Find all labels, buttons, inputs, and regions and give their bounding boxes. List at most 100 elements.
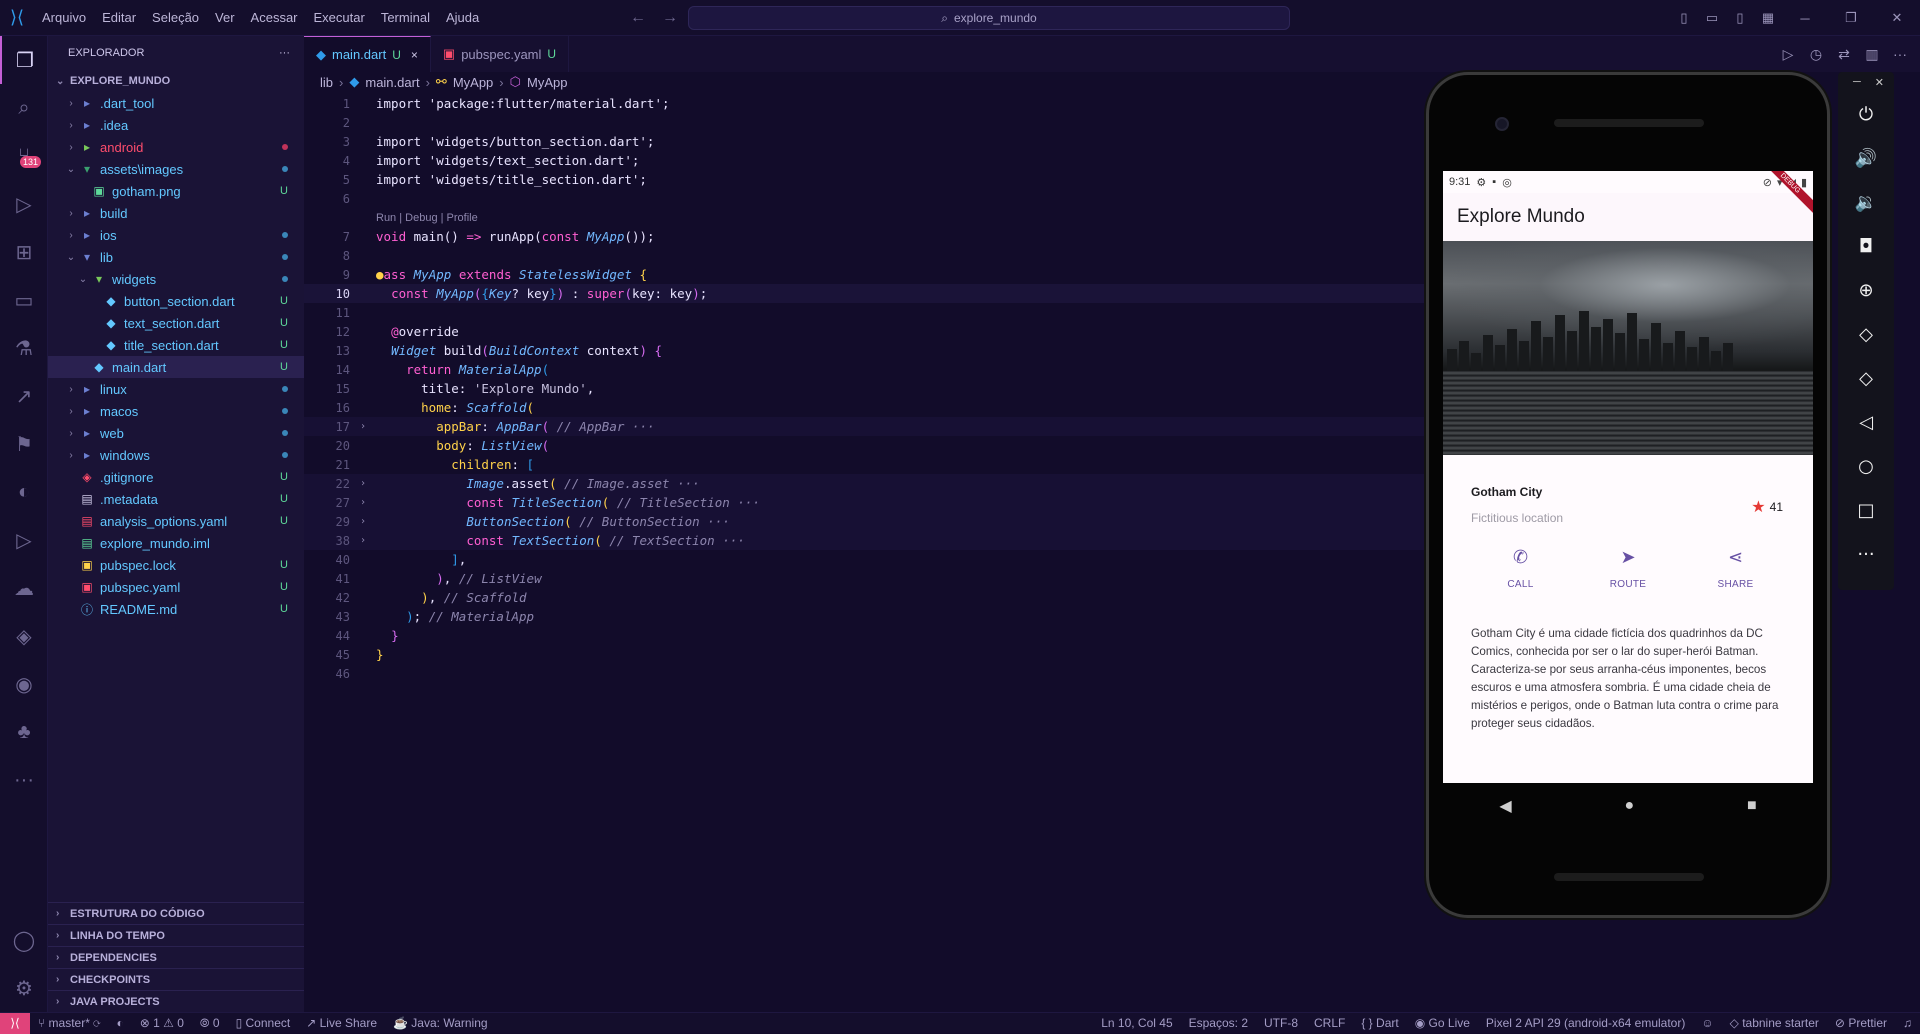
tab-main-dart[interactable]: ◆ main.dart U ×: [304, 36, 431, 72]
toggle-panel-icon[interactable]: ▭: [1698, 10, 1726, 26]
chevron-right-icon[interactable]: ›: [64, 450, 78, 461]
restore-window-icon[interactable]: ❐: [1828, 10, 1874, 26]
chevron-down-icon[interactable]: ⌄: [64, 252, 78, 263]
indentation[interactable]: Espaços: 2: [1181, 1016, 1256, 1030]
rotate-right-button[interactable]: ◇: [1838, 356, 1894, 400]
section-java-projects[interactable]: › JAVA PROJECTS: [48, 990, 304, 1012]
tree-activity[interactable]: ♣: [0, 708, 48, 756]
tree-item[interactable]: › ▸ windows: [48, 444, 304, 466]
menu-executar[interactable]: Executar: [306, 0, 373, 36]
encoding[interactable]: UTF-8: [1256, 1016, 1306, 1030]
emulator-screen[interactable]: 9:31 ⚙ ▪ ◎ ⊘ ▾ ◢ ▮ DEBUG Explore Mundo: [1443, 171, 1813, 783]
extensions-activity[interactable]: ⊞: [0, 228, 48, 276]
call-button[interactable]: ✆ CALL: [1491, 547, 1551, 617]
close-tab-button[interactable]: ×: [411, 48, 418, 62]
more-activity[interactable]: ···: [0, 756, 48, 804]
section-outline[interactable]: › ESTRUTURA DO CÓDIGO: [48, 902, 304, 924]
gitlens-activity[interactable]: ◐: [0, 468, 48, 516]
tree-item[interactable]: ⌄ ▾ lib: [48, 246, 304, 268]
flutter-activity[interactable]: ▷: [0, 516, 48, 564]
compare-icon[interactable]: ⇄: [1832, 46, 1856, 63]
menu-arquivo[interactable]: Arquivo: [34, 0, 94, 36]
run-debug-activity[interactable]: ▷: [0, 180, 48, 228]
split-editor-icon[interactable]: ▥: [1860, 46, 1884, 63]
home-button[interactable]: ○: [1838, 444, 1894, 488]
tree-item[interactable]: ▤ .metadata U: [48, 488, 304, 510]
go-live-button[interactable]: ◉ Go Live: [1407, 1016, 1478, 1030]
breadcrumb-class[interactable]: MyApp: [453, 75, 493, 90]
menu-ver[interactable]: Ver: [207, 0, 243, 36]
codelens-run-debug-profile[interactable]: Run | Debug | Profile: [376, 212, 478, 224]
source-control-activity[interactable]: ⑂131: [0, 132, 48, 180]
explorer-more-button[interactable]: ···: [279, 47, 290, 59]
language-mode[interactable]: { } Dart: [1353, 1016, 1406, 1030]
fold-ellipsis[interactable]: ···: [737, 495, 760, 510]
fold-ellipsis[interactable]: ···: [722, 533, 745, 548]
notifications-bell-icon[interactable]: ♫: [1895, 1016, 1920, 1030]
back-arrow-icon[interactable]: ←: [630, 9, 646, 27]
back-button[interactable]: ◁: [1838, 400, 1894, 444]
tree-item[interactable]: › ▸ ios: [48, 224, 304, 246]
chevron-down-icon[interactable]: ⌄: [64, 164, 78, 175]
minimize-window-icon[interactable]: ─: [1782, 11, 1828, 26]
tree-item[interactable]: › ▸ web: [48, 422, 304, 444]
tabnine-status[interactable]: ◇ tabnine starter: [1722, 1016, 1827, 1030]
tree-item[interactable]: ▣ pubspec.yaml U: [48, 576, 304, 598]
figma-activity[interactable]: ◈: [0, 612, 48, 660]
search-activity[interactable]: ⌕: [0, 84, 48, 132]
chevron-right-icon[interactable]: ›: [64, 428, 78, 439]
docker-activity[interactable]: ☁: [0, 564, 48, 612]
menu-selecao[interactable]: Seleção: [144, 0, 207, 36]
chevron-right-icon[interactable]: ›: [350, 497, 376, 508]
tree-item[interactable]: › ▸ macos: [48, 400, 304, 422]
menu-terminal[interactable]: Terminal: [373, 0, 438, 36]
code-editor[interactable]: 1 import 'package:flutter/material.dart';…: [304, 94, 1424, 683]
chevron-right-icon[interactable]: ›: [350, 478, 376, 489]
tree-item[interactable]: ▣ pubspec.lock U: [48, 554, 304, 576]
problems-indicator[interactable]: ⊗ 1 ⚠ 0: [132, 1016, 192, 1030]
chevron-right-icon[interactable]: ›: [64, 230, 78, 241]
tree-item[interactable]: ⌄ ▾ widgets: [48, 268, 304, 290]
chevron-right-icon[interactable]: ›: [350, 516, 376, 527]
section-timeline[interactable]: › LINHA DO TEMPO: [48, 924, 304, 946]
branch-indicator[interactable]: ⑂ master* ⟳: [30, 1016, 108, 1030]
tree-item[interactable]: ▣ gotham.png U: [48, 180, 304, 202]
tree-item[interactable]: › ▸ .dart_tool: [48, 92, 304, 114]
tree-item[interactable]: ▤ analysis_options.yaml U: [48, 510, 304, 532]
nav-back-icon[interactable]: ◀: [1499, 796, 1511, 816]
chevron-right-icon[interactable]: ›: [350, 535, 376, 546]
section-dependencies[interactable]: › DEPENDENCIES: [48, 946, 304, 968]
menu-acessar[interactable]: Acessar: [243, 0, 306, 36]
more-button[interactable]: ···: [1838, 532, 1894, 576]
prettier-status[interactable]: ⊘ Prettier: [1827, 1016, 1895, 1030]
chevron-right-icon[interactable]: ›: [64, 208, 78, 219]
end-of-line[interactable]: CRLF: [1306, 1016, 1353, 1030]
breadcrumb-folder[interactable]: lib: [320, 75, 333, 90]
power-button[interactable]: ⏻: [1838, 92, 1894, 136]
menu-ajuda[interactable]: Ajuda: [438, 0, 487, 36]
fold-ellipsis[interactable]: ···: [707, 514, 730, 529]
rotate-left-button[interactable]: ◇: [1838, 312, 1894, 356]
remote-indicator[interactable]: ⟩⟨: [0, 1012, 30, 1034]
chevron-right-icon[interactable]: ›: [64, 384, 78, 395]
tree-item[interactable]: ⓘ README.md U: [48, 598, 304, 620]
tree-item[interactable]: ◆ text_section.dart U: [48, 312, 304, 334]
cursor-position[interactable]: Ln 10, Col 45: [1093, 1016, 1180, 1030]
lightbulb-icon[interactable]: ●: [376, 267, 384, 282]
bookmarks-activity[interactable]: ⚑: [0, 420, 48, 468]
nav-home-icon[interactable]: ●: [1624, 797, 1634, 815]
manage-activity[interactable]: ⚙: [0, 964, 48, 1012]
connect-button[interactable]: ▯ Connect: [228, 1016, 299, 1030]
live-share-button[interactable]: ↗ Live Share: [298, 1016, 385, 1030]
toggle-sidebar-icon[interactable]: ▯: [1670, 10, 1698, 26]
gitlens-status[interactable]: ◐: [108, 1016, 131, 1030]
tree-item[interactable]: ▤ explore_mundo.iml: [48, 532, 304, 554]
device-selector[interactable]: Pixel 2 API 29 (android-x64 emulator): [1478, 1016, 1693, 1030]
command-center-search[interactable]: ⌕ explore_mundo: [688, 6, 1290, 30]
run-icon[interactable]: ▷: [1776, 46, 1800, 63]
explorer-activity[interactable]: ❐: [0, 36, 48, 84]
copilot-icon[interactable]: ☺: [1693, 1016, 1721, 1030]
breadcrumb-file[interactable]: main.dart: [365, 75, 419, 90]
tree-item[interactable]: › ▸ .idea: [48, 114, 304, 136]
section-checkpoints[interactable]: › CHECKPOINTS: [48, 968, 304, 990]
